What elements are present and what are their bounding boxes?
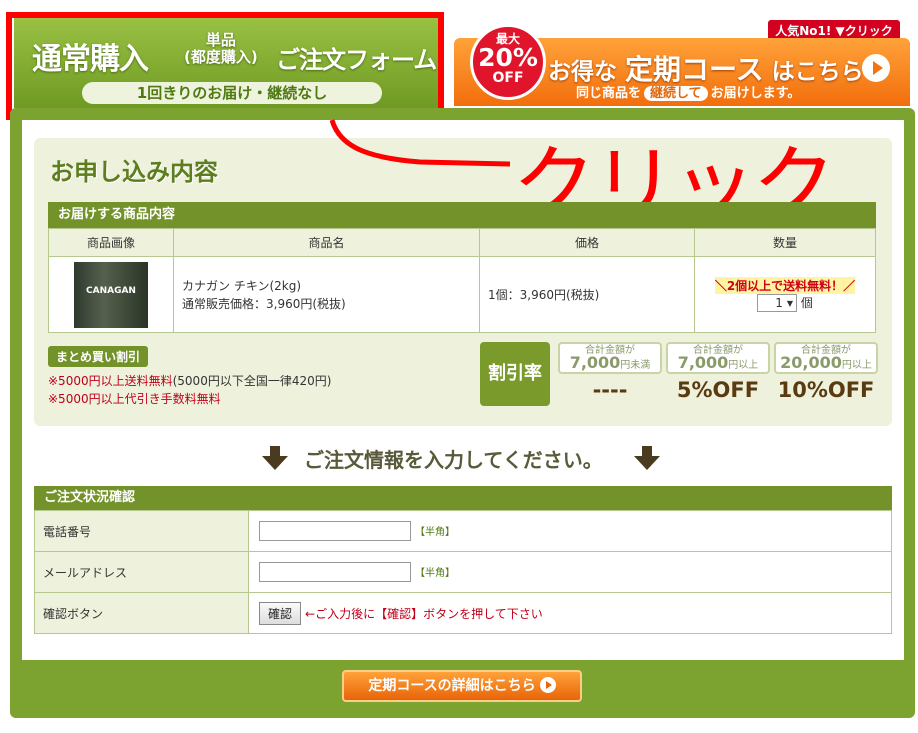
email-label: メールアドレス <box>34 551 249 593</box>
tier-3-off: 10%OFF <box>777 378 875 402</box>
teiki-detail-button[interactable]: 定期コースの詳細はこちら <box>342 670 582 702</box>
section-title: お申し込み内容 <box>50 158 218 186</box>
tier-3-tag: 合計金額が 20,000円以上 <box>774 342 878 374</box>
table-row: 確認ボタン 確認 ←ご入力後に【確認】ボタンを押して下さい <box>34 592 892 634</box>
col-name: 商品名 <box>173 228 480 257</box>
discount-tier-2: 合計金額が 7,000円以上 5%OFF <box>666 342 770 402</box>
order-form-table: 電話番号 【半角】 メールアドレス 【半角】 確認ボタン 確認 ←ご入力後に【確認】ボタ… <box>34 510 892 634</box>
form-header: ご注文状況確認 <box>34 486 892 510</box>
badge-off: OFF <box>492 70 524 86</box>
phone-cell: 【半角】 <box>248 510 892 552</box>
phone-hankaku: 【半角】 <box>415 526 455 538</box>
discount-tier-1: 合計金額が 7,000円未満 ---- <box>558 342 662 402</box>
product-name-cell: カナガン チキン(2kg) 通常販売価格：3,960円(税抜) <box>173 256 480 333</box>
cod-note: ※5000円以上代引き手数料無料 <box>48 392 221 406</box>
confirm-note: ←ご入力後に【確認】ボタンを押して下さい <box>305 606 543 621</box>
tier-2-unit: 円以上 <box>728 360 759 371</box>
tier-1-unit: 円未満 <box>620 360 651 371</box>
play-arrow-icon <box>862 54 890 82</box>
product-image: CANAGAN <box>74 261 148 328</box>
teiki-sub: 同じ商品を 継続して お届けします。 <box>576 82 800 101</box>
phone-input[interactable] <box>259 521 411 541</box>
table-row: CANAGAN カナガン チキン(2kg) 通常販売価格：3,960円(税抜) 1… <box>48 256 876 333</box>
product-name: カナガン チキン(2kg) <box>182 278 302 293</box>
teiki-sub-c: お届けします。 <box>710 86 801 101</box>
col-image: 商品画像 <box>48 228 174 257</box>
tier-3-amount: 20,000 <box>780 353 842 372</box>
free-shipping-note: ＼2個以上で送料無料！／ <box>714 277 856 294</box>
regular-price: 通常販売価格：3,960円(税抜) <box>182 296 346 311</box>
confirm-label: 確認ボタン <box>34 592 249 634</box>
badge-pct: 20% <box>478 43 538 72</box>
shipping-note: ※5000円以上送料無料(5000円以下全国一律420円) <box>48 372 331 389</box>
discount-badge: 最大 20% OFF <box>470 24 546 100</box>
qty-unit: 個 <box>800 296 813 310</box>
email-input[interactable] <box>259 562 411 582</box>
teiki-sub-b: 継続して <box>644 86 708 101</box>
confirm-cell: 確認 ←ご入力後に【確認】ボタンを押して下さい <box>248 592 892 634</box>
confirm-button[interactable]: 確認 <box>259 601 302 625</box>
down-arrow-icon <box>634 446 660 470</box>
product-image-cell: CANAGAN <box>48 256 174 333</box>
product-price: 1個：3,960円(税抜) <box>479 256 695 333</box>
product-header: お届けする商品内容 <box>48 202 876 228</box>
tier-2-off: 5%OFF <box>676 378 760 402</box>
teiki-detail-label: 定期コースの詳細はこちら <box>368 678 536 694</box>
tier-2-amount: 7,000 <box>677 353 729 372</box>
tier-2-tag: 合計金額が 7,000円以上 <box>666 342 770 374</box>
email-cell: 【半角】 <box>248 551 892 593</box>
phone-label: 電話番号 <box>34 510 249 552</box>
qty-cell: ＼2個以上で送料無料！／1 個 <box>694 256 876 333</box>
email-hankaku: 【半角】 <box>415 567 455 579</box>
tier-1-tag: 合計金額が 7,000円未満 <box>558 342 662 374</box>
annotation-curve <box>330 119 511 167</box>
discount-rate-label: 割引率 <box>480 342 550 406</box>
highlight-box <box>6 12 444 120</box>
down-arrow-icon <box>262 446 288 470</box>
teiki-sub-a: 同じ商品を <box>576 86 642 101</box>
tier-1-amount: 7,000 <box>569 353 621 372</box>
bulk-discount-label: まとめ買い割引 <box>48 346 149 367</box>
col-price: 価格 <box>479 228 695 257</box>
shipping-note-rest: (5000円以下全国一律420円) <box>172 374 332 388</box>
discount-tier-3: 合計金額が 20,000円以上 10%OFF <box>774 342 878 402</box>
table-row: 電話番号 【半角】 <box>34 510 892 552</box>
tier-3-unit: 円以上 <box>841 360 872 371</box>
product-table: 商品画像 商品名 価格 数量 CANAGAN カナガン チキン(2kg) 通常販売… <box>48 228 876 333</box>
col-qty: 数量 <box>694 228 876 257</box>
table-row: メールアドレス 【半角】 <box>34 551 892 593</box>
product-image-label: CANAGAN <box>86 285 136 296</box>
order-prompt: ご注文情報を入力してください。 <box>304 448 603 472</box>
shipping-note-red: ※5000円以上送料無料 <box>48 374 173 388</box>
tier-1-off: ---- <box>592 378 628 402</box>
quantity-select[interactable]: 1 <box>757 294 798 312</box>
play-arrow-icon <box>539 677 556 693</box>
